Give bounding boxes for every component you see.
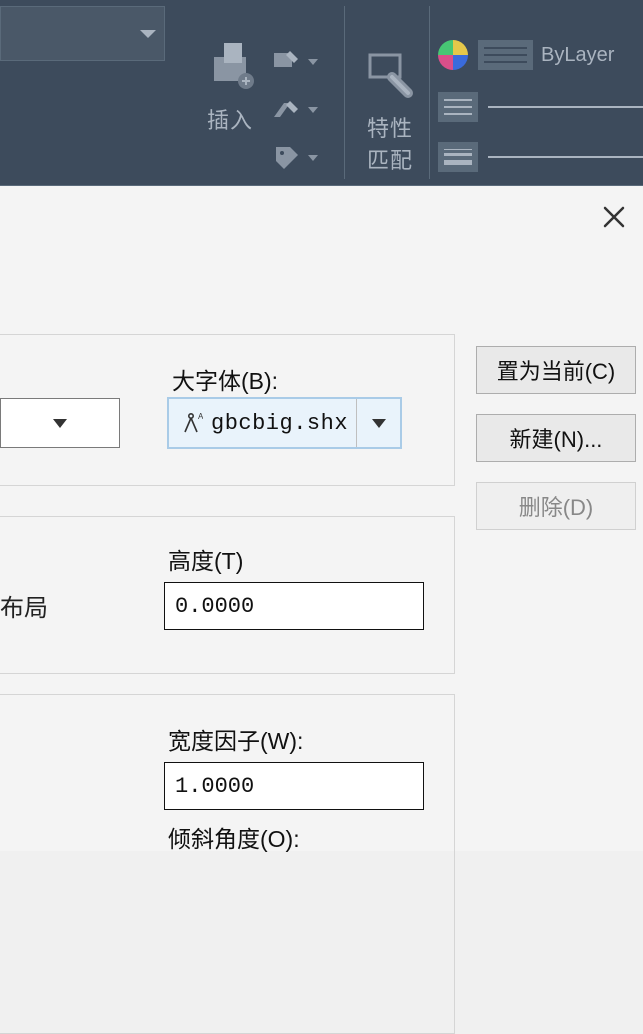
insert-icon[interactable]	[202, 39, 258, 95]
layer-dropdown[interactable]	[0, 6, 165, 61]
font-name-combobox[interactable]	[0, 398, 120, 448]
lineweight-pick-icon[interactable]	[438, 142, 478, 172]
lineweight-preview[interactable]	[488, 156, 643, 158]
bylayer-label: ByLayer	[541, 44, 614, 67]
width-factor-label: 宽度因子(W):	[168, 722, 303, 756]
big-font-label: 大字体(B):	[172, 362, 278, 396]
big-font-value: gbcbig.shx	[211, 411, 350, 436]
chevron-down-icon	[372, 419, 386, 428]
delete-style-button: 删除(D)	[476, 482, 636, 530]
insert-label: 插入	[207, 103, 253, 135]
compass-font-icon: A	[177, 409, 205, 437]
big-font-combobox[interactable]: A gbcbig.shx	[168, 398, 401, 448]
color-wheel-icon[interactable]	[438, 40, 468, 70]
set-current-button[interactable]: 置为当前(C)	[476, 346, 636, 394]
new-style-button[interactable]: 新建(N)...	[476, 414, 636, 462]
dropdown-arrow-icon[interactable]	[308, 107, 318, 113]
svg-text:A: A	[198, 412, 203, 421]
chevron-down-icon	[53, 419, 67, 428]
button-label: 新建(N)...	[510, 422, 603, 454]
button-label: 置为当前(C)	[497, 354, 616, 386]
linetype-preview[interactable]	[488, 106, 643, 108]
dropdown-arrow-icon[interactable]	[308, 59, 318, 65]
edit-attribute-icon[interactable]	[270, 93, 304, 127]
height-input[interactable]	[164, 582, 424, 630]
layout-label: 布局	[0, 588, 48, 623]
height-label: 高度(T)	[168, 542, 243, 576]
match-properties-label: 特性 匹配	[367, 111, 413, 175]
oblique-angle-label: 倾斜角度(O):	[168, 820, 300, 854]
linetype-pick-icon[interactable]	[438, 92, 478, 122]
width-factor-input[interactable]	[164, 762, 424, 810]
text-style-dialog: 大字体(B): 高度(T) 布局 宽度因子(W): 倾斜角度(O): A gbc…	[0, 186, 643, 851]
match-properties-icon[interactable]	[362, 47, 418, 103]
button-label: 删除(D)	[519, 490, 594, 522]
linetype-swatch[interactable]	[478, 40, 533, 70]
dropdown-arrow-icon[interactable]	[308, 155, 318, 161]
tag-icon[interactable]	[270, 141, 304, 175]
edit-block-icon[interactable]	[270, 45, 304, 79]
ribbon-bar: 插入	[0, 0, 643, 186]
